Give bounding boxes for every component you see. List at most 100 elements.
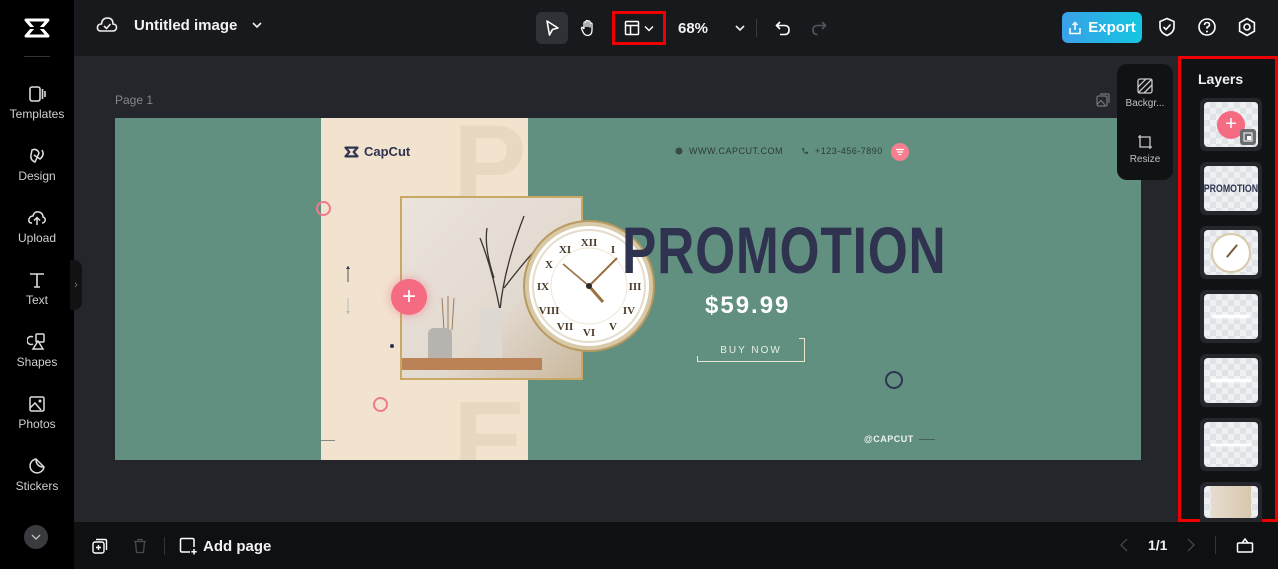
background-button[interactable]: Backgr... [1117,78,1173,109]
page-image-icon [1096,93,1110,107]
document-title[interactable]: Untitled image [134,17,237,34]
settings-button[interactable] [1236,16,1258,38]
line-layer-preview [1213,315,1249,318]
chevron-down-icon [31,534,41,540]
photos-icon [29,396,45,412]
layer-item[interactable]: PROMOTION [1200,162,1262,215]
trash-icon [134,538,146,554]
design-artboard[interactable]: P E CapCut WWW.CAPCUT.COM +123-456-7890 [115,118,1141,460]
layer-item[interactable] [1200,482,1262,522]
canvas-tools: 68% [536,11,839,45]
duplicate-page-button[interactable] [90,536,110,556]
price-text[interactable]: $59.99 [705,292,790,320]
document-title-area: Untitled image [96,16,263,34]
divider [164,537,165,555]
buy-now-label: BUY NOW [720,344,782,356]
capcut-logo[interactable] [0,0,74,56]
pointer-icon [546,20,559,36]
sidebar-collapse-handle[interactable]: › [70,260,82,310]
duplicate-icon [92,538,108,554]
sidebar-item-photos[interactable]: Photos [0,394,74,450]
plus-decoration: + [391,279,427,315]
zoom-level[interactable]: 68% [678,20,724,37]
clock-layer-preview [1211,232,1251,273]
layout-dropdown-button[interactable] [612,11,666,45]
sidebar-item-templates[interactable]: Templates [0,84,74,140]
svg-text:VII: VII [557,321,574,333]
page-indicator: 1/1 [1148,537,1168,553]
sidebar-item-shapes[interactable]: Shapes [0,332,74,388]
duplicate-page-button[interactable] [1096,93,1110,112]
undo-button[interactable] [767,12,799,44]
sidebar-item-upload[interactable]: Upload [0,208,74,264]
resize-icon [1138,135,1152,149]
sidebar-item-design[interactable]: Design [0,146,74,202]
promotion-layer-preview: PROMOTION [1204,182,1258,195]
help-icon [1198,18,1216,36]
sidebar-item-text[interactable]: Text [0,270,74,326]
layer-item[interactable] [1200,290,1262,343]
design-icon [30,148,44,163]
add-page-button[interactable]: Add page [179,537,271,555]
buy-now-button[interactable]: BUY NOW [697,338,805,362]
more-tools-button[interactable] [24,525,48,549]
sidebar-item-stickers[interactable]: Stickers [0,456,74,512]
headline-text[interactable]: PROMOTION [622,212,946,288]
zoom-dropdown-chevron-icon[interactable] [734,24,746,32]
tall-vase [480,308,502,360]
page-navigation: 1/1 [1120,536,1254,554]
svg-text:VI: VI [583,327,595,339]
sidebar-item-label: Design [18,169,56,183]
export-button[interactable]: Export [1062,12,1142,43]
cloud-saved-icon [96,17,118,32]
background-label: Backgr... [1125,98,1165,109]
capcut-editor: Templates Design Upload Text Shapes Phot… [0,0,1278,569]
diffuser-vase [428,328,452,360]
stickers-icon [29,458,45,474]
brand-logo: CapCut [344,144,410,159]
shapes-icon [27,333,45,350]
sidebar-item-label: Photos [18,417,56,431]
collapse-panel-icon[interactable] [1236,537,1254,553]
resize-label: Resize [1129,154,1161,165]
redo-icon [812,21,827,36]
layers-title: Layers [1198,71,1244,87]
hand-tool-button[interactable] [572,12,604,44]
wooden-shelf [402,358,542,370]
divider [24,56,50,57]
top-toolbar: Untitled image 68% Export [74,0,1278,56]
redo-button[interactable] [803,12,835,44]
resize-button[interactable]: Resize [1117,134,1173,165]
scroll-arrows-decoration [346,266,350,314]
divider [1215,536,1217,554]
select-tool-button[interactable] [536,12,568,44]
help-button[interactable] [1196,16,1218,38]
left-sidebar: Templates Design Upload Text Shapes Phot… [0,0,74,569]
templates-icon [29,86,46,102]
svg-text:XII: XII [581,237,598,249]
layer-item[interactable] [1200,226,1262,279]
title-dropdown-chevron-icon[interactable] [251,21,263,29]
svg-text:VIII: VIII [539,305,560,317]
layer-item[interactable] [1200,354,1262,407]
shield-check-icon [1159,17,1175,37]
sidebar-item-label: Stickers [15,479,59,493]
delete-page-button[interactable] [130,536,150,556]
chevron-down-icon [644,25,654,31]
canvas-area[interactable]: Page 1 P E CapCut WWW.CAPCUT.COM +123-45… [74,56,1178,522]
next-page-icon[interactable] [1187,538,1196,552]
phone-icon [802,148,808,155]
text-icon [30,273,44,288]
svg-text:IX: IX [537,281,549,293]
upload-icon [28,211,46,225]
previous-page-icon[interactable] [1120,538,1128,552]
layout-icon [624,20,640,36]
add-page-icon [179,537,197,555]
layer-item[interactable]: + [1200,98,1262,151]
menu-icon [896,148,904,156]
security-button[interactable] [1156,16,1178,38]
capcut-logo-icon [24,18,50,38]
bottom-toolbar: Add page 1/1 [74,522,1278,569]
layer-item[interactable] [1200,418,1262,471]
social-handle: @CAPCUT [864,434,935,444]
